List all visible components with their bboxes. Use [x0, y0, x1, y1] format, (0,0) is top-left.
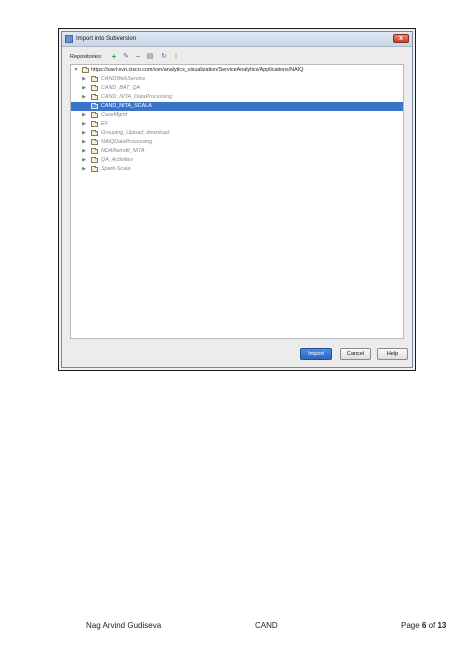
folder-icon [91, 166, 98, 172]
collapsed-arrow-icon[interactable]: ▶ [81, 156, 87, 165]
tree-item-label: CAND_BAT_QA [101, 85, 141, 91]
tree-root[interactable]: ▼ https://savi-svn.cisco.com/svn/analyti… [71, 66, 403, 75]
tree-item[interactable]: ▶ CANDWebService [71, 75, 403, 84]
collapsed-arrow-icon[interactable]: ▶ [81, 165, 87, 174]
tree-item-label: CAND_NITA_SCALA [101, 103, 152, 109]
tree-item[interactable]: ▶ CAND_BAT_QA [71, 84, 403, 93]
refresh-icon[interactable]: ↻ [160, 52, 168, 62]
folder-icon [91, 139, 98, 145]
page-footer: Nag Arvind Gudiseva CAND Page 6 of 13 [0, 620, 474, 632]
folder-icon [91, 103, 98, 109]
collapsed-arrow-icon[interactable]: ▶ [81, 138, 87, 147]
folder-icon [91, 85, 98, 91]
tree-item[interactable]: ▶ NDARetrofit_NITA [71, 147, 403, 156]
folder-icon [91, 157, 98, 163]
cancel-button[interactable]: Cancel [340, 348, 371, 360]
screenshot-frame: Import into Subversion x Repositories: +… [58, 28, 416, 371]
tree-item-label: NDARetrofit_NITA [101, 148, 145, 154]
tree-item-label: CaseMgmt [101, 112, 128, 118]
tree-item[interactable]: ▶ Spark-Scala [71, 165, 403, 174]
tree-item-label: QA_Activities [101, 157, 134, 163]
dialog-title: Import into Subversion [76, 36, 137, 42]
tree-item[interactable]: ▶ CAND_NITA_DataProcessing [71, 93, 403, 102]
tree-item-label: Grouping_Upload_download [101, 130, 170, 136]
repositories-toolbar: Repositories: + ✎ − ▤ ↻ ↕ [70, 52, 404, 62]
collapsed-arrow-icon[interactable]: ▶ [81, 75, 87, 84]
tree-item[interactable]: ▶ NAIQDataProcessing [71, 138, 403, 147]
expand-arrow-icon[interactable]: ▼ [73, 66, 79, 75]
folder-icon [91, 94, 98, 100]
tree-item[interactable]: ▶ Grouping_Upload_download [71, 129, 403, 138]
repositories-label: Repositories: [70, 54, 103, 60]
dialog-titlebar: Import into Subversion x [62, 32, 412, 47]
footer-document-name: CAND [255, 621, 278, 630]
folder-icon [82, 67, 89, 73]
tree-item-label: NAIQDataProcessing [101, 139, 153, 145]
collapsed-arrow-icon[interactable]: ▶ [81, 84, 87, 93]
remove-icon[interactable]: − [134, 52, 142, 62]
tree-item-label: EF [101, 121, 108, 127]
collapsed-arrow-icon[interactable]: ▶ [81, 120, 87, 129]
footer-page-number: Page 6 of 13 [401, 620, 446, 632]
tree-item-label: Spark-Scala [101, 166, 131, 172]
tree-item[interactable]: ▶ QA_Activities [71, 156, 403, 165]
collapsed-arrow-icon[interactable]: ▶ [81, 129, 87, 138]
add-icon[interactable]: + [110, 52, 118, 62]
folder-icon [91, 148, 98, 154]
browse-icon[interactable]: ▤ [146, 52, 154, 62]
tree-item-selected[interactable]: CAND_NITA_SCALA [71, 102, 403, 111]
folder-icon [91, 112, 98, 118]
collapse-icon[interactable]: ↕ [172, 52, 180, 62]
collapsed-arrow-icon[interactable]: ▶ [81, 111, 87, 120]
edit-icon[interactable]: ✎ [122, 52, 130, 62]
folder-icon [91, 121, 98, 127]
document-page: Import into Subversion x Repositories: +… [0, 0, 474, 670]
folder-icon [91, 76, 98, 82]
page-prefix: Page [401, 621, 422, 630]
tree-root-label: https://savi-svn.cisco.com/svn/analytics… [91, 67, 304, 73]
page-total: 13 [437, 621, 447, 630]
footer-author: Nag Arvind Gudiseva [86, 621, 162, 630]
page-of: of [426, 621, 438, 630]
import-dialog: Import into Subversion x Repositories: +… [61, 31, 413, 368]
tree-item-label: CAND_NITA_DataProcessing [101, 94, 173, 100]
tree-item[interactable]: ▶ CaseMgmt [71, 111, 403, 120]
folder-icon [91, 130, 98, 136]
collapsed-arrow-icon[interactable]: ▶ [81, 147, 87, 156]
help-button[interactable]: Help [377, 348, 408, 360]
close-button[interactable]: x [393, 34, 409, 43]
repository-tree[interactable]: ▼ https://savi-svn.cisco.com/svn/analyti… [70, 64, 404, 339]
import-button[interactable]: Import [300, 348, 332, 360]
tree-item[interactable]: ▶ EF [71, 120, 403, 129]
app-icon [65, 35, 73, 43]
collapsed-arrow-icon[interactable]: ▶ [81, 93, 87, 102]
tree-item-label: CANDWebService [101, 76, 146, 82]
